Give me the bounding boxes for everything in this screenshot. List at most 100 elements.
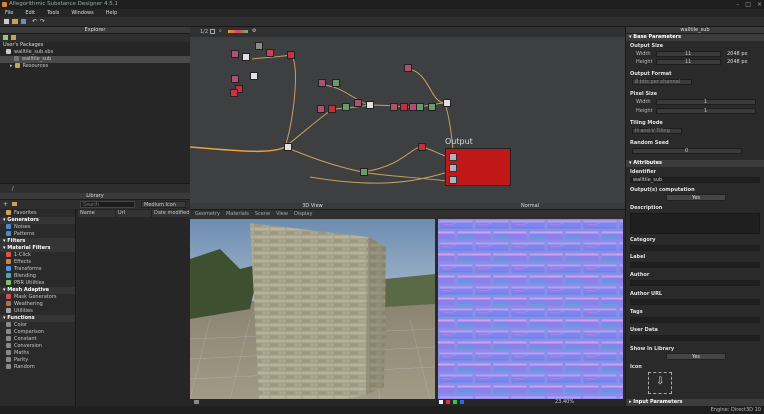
attributes-header[interactable]: ▾ Attributes (626, 160, 764, 167)
description-field[interactable] (630, 213, 760, 234)
view-2d-zoom[interactable]: 23.40% (555, 399, 574, 405)
library-item[interactable]: Noises (0, 224, 75, 231)
library-category[interactable]: ▾ Generators (0, 217, 75, 224)
new-icon[interactable] (4, 19, 9, 24)
library-search-input[interactable] (80, 201, 135, 208)
library-item[interactable]: Effects (0, 259, 75, 266)
user-data-field[interactable] (630, 335, 760, 341)
library-item[interactable]: Favorites (0, 210, 75, 217)
library-add-icon[interactable]: + (3, 201, 8, 208)
menu-item-tools[interactable]: Tools (47, 9, 59, 17)
graph-node[interactable] (231, 50, 239, 58)
library-item[interactable]: Weathering (0, 301, 75, 308)
column-url[interactable]: Url (116, 210, 152, 217)
explorer-item-graph[interactable]: walltile_sub (0, 56, 190, 63)
random-seed-slider[interactable]: 0 (632, 148, 742, 154)
graph-node[interactable] (404, 64, 412, 72)
menu-item-edit[interactable]: Edit (25, 9, 35, 17)
pixel-height-slider[interactable]: 1 (656, 108, 756, 114)
library-view-select[interactable]: Medium Icon (141, 201, 186, 208)
library-item[interactable]: Mask Generators (0, 294, 75, 301)
library-item[interactable]: Maths (0, 350, 75, 357)
library-item[interactable]: Parity (0, 357, 75, 364)
output-computation-button[interactable]: Yes (666, 194, 726, 201)
graph-view[interactable]: 1/2 ⌕ ⚙ Output (190, 27, 625, 203)
channel-rgb-icon[interactable] (439, 400, 443, 404)
tags-field[interactable] (630, 317, 760, 323)
graph-node[interactable] (318, 79, 326, 87)
label-field[interactable] (630, 262, 760, 268)
graph-node[interactable] (231, 75, 239, 83)
library-item[interactable]: Utilities (0, 308, 75, 315)
graph-node[interactable] (284, 143, 292, 151)
library-category[interactable]: ▾ Material Filters (0, 245, 75, 252)
library-item[interactable]: Patterns (0, 231, 75, 238)
explorer-item-resources[interactable]: ▸ Resources (0, 63, 190, 70)
graph-node[interactable] (428, 103, 436, 111)
library-item[interactable]: Constant (0, 336, 75, 343)
author-url-field[interactable] (630, 299, 760, 305)
channel-g-icon[interactable] (453, 400, 457, 404)
graph-node[interactable] (342, 103, 350, 111)
library-item[interactable]: Random (0, 364, 75, 371)
fit-icon[interactable] (210, 29, 215, 34)
library-item[interactable]: Transforms (0, 266, 75, 273)
open-icon[interactable] (12, 19, 18, 24)
library-item[interactable]: Color (0, 322, 75, 329)
graph-node[interactable] (332, 79, 340, 87)
library-category[interactable]: ▾ Functions (0, 315, 75, 322)
library-folder-icon[interactable] (12, 202, 17, 206)
output-port[interactable] (449, 176, 457, 184)
height-slider[interactable]: 11 (656, 59, 721, 65)
identifier-field[interactable]: walltile_sub (630, 177, 760, 183)
search-node-icon[interactable]: ⌕ (219, 28, 222, 34)
library-category[interactable]: ▾ Filters (0, 238, 75, 245)
graph-node[interactable] (255, 42, 263, 50)
column-date[interactable]: Date modified (152, 210, 190, 217)
graph-node[interactable] (250, 72, 258, 80)
view-3d-viewport[interactable] (190, 219, 435, 399)
graph-node[interactable] (328, 105, 336, 113)
view3d-menu-scene[interactable]: Scene (255, 210, 270, 218)
width-slider[interactable]: 11 (656, 51, 721, 57)
base-params-header[interactable]: ▾ Base Parameters (626, 34, 764, 41)
input-params-header[interactable]: ▸ Input Parameters (626, 399, 764, 406)
menu-item-windows[interactable]: Windows (71, 9, 93, 17)
graph-node[interactable] (287, 51, 295, 59)
explorer-item-package[interactable]: walltile_sub.sbs (0, 49, 190, 56)
expand-arrow-icon[interactable]: ▸ (10, 63, 13, 69)
minimize-icon[interactable]: – (736, 1, 739, 8)
graph-node[interactable] (416, 103, 424, 111)
node-color-icon[interactable] (228, 30, 248, 33)
settings-icon[interactable]: ⚙ (252, 28, 256, 34)
open-package-icon[interactable] (11, 35, 16, 40)
camera-icon[interactable] (194, 400, 199, 404)
category-field[interactable] (630, 245, 760, 251)
graph-node[interactable] (443, 99, 451, 107)
graph-node[interactable] (230, 89, 238, 97)
channel-b-icon[interactable] (460, 400, 464, 404)
menu-item-help[interactable]: Help (106, 9, 117, 17)
show-in-library-button[interactable]: Yes (666, 353, 726, 360)
author-field[interactable] (630, 280, 760, 286)
library-item[interactable]: 1-Click (0, 252, 75, 259)
close-icon[interactable]: × (757, 1, 762, 8)
view3d-menu-view[interactable]: View (276, 210, 288, 218)
library-item[interactable]: Conversion (0, 343, 75, 350)
output-port[interactable] (449, 164, 457, 172)
output-format-select[interactable]: 8 bits per channel (632, 79, 692, 85)
graph-node[interactable] (390, 103, 398, 111)
graph-node[interactable] (400, 103, 408, 111)
graph-node[interactable] (418, 143, 426, 151)
graph-node[interactable] (354, 99, 362, 107)
maximize-icon[interactable]: □ (745, 1, 751, 8)
library-item[interactable]: Comparison (0, 329, 75, 336)
view3d-menu-display[interactable]: Display (294, 210, 312, 218)
library-category[interactable]: ▾ Mesh Adaptive (0, 287, 75, 294)
save-icon[interactable] (21, 19, 26, 24)
graph-node[interactable] (366, 101, 374, 109)
new-package-icon[interactable] (3, 35, 8, 40)
graph-zoom[interactable]: 1/2 (200, 29, 208, 35)
graph-node[interactable] (266, 49, 274, 57)
graph-node[interactable] (242, 53, 250, 61)
